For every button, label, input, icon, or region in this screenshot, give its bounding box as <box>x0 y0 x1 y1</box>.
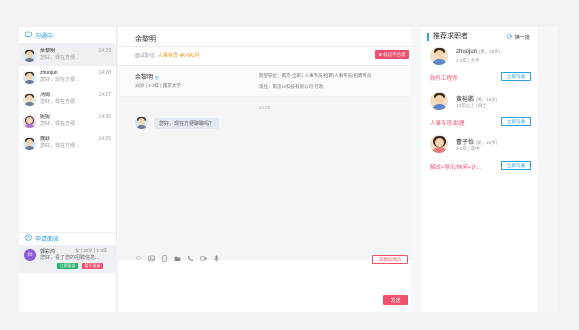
chat-preview: 您好，现在方便... <box>40 77 80 83</box>
candidate-name: 曹子怡 (女，26岁) <box>456 137 497 146</box>
candidate-name-text: zhuojun <box>456 49 478 55</box>
message-bubble: 您好，现在方便聊聊吗？ <box>154 118 220 129</box>
conversation-sidebar: 沟通中 余黎明 您好，现在方便... 14:29 zhuojun 您好，现在方便… <box>19 27 117 312</box>
candidate-name: 黄裕鹏 (男，45岁) <box>456 94 497 103</box>
avatar <box>135 116 148 129</box>
chat-preview: 您好，现在方便... <box>40 55 80 61</box>
candidate-meta: (男，45岁) <box>475 97 498 102</box>
candidate-info: 10年以上 | 硕士 <box>456 103 488 108</box>
building-icon: m <box>24 249 36 261</box>
chat-now-button[interactable]: 立即沟通 <box>501 161 531 170</box>
candidate-info: 23岁 | 1-3年 | 南京大学 <box>135 83 181 88</box>
mark-unsuitable-label: 标记不合适 <box>383 51 406 57</box>
chat-preview: 您好，现在方便... <box>40 143 80 149</box>
candidate-job: 人事专员/助理 <box>430 121 465 127</box>
avatar <box>430 47 448 65</box>
chat-title: 余黎明 <box>135 36 156 43</box>
refresh-button[interactable]: ⟳ 换一批 <box>507 33 530 41</box>
interview-request-header: 申请面谈 <box>19 232 117 244</box>
candidate-info: 3-5年 | 高中 <box>456 146 480 151</box>
candidate-info: 1-3年 | 大专 <box>456 58 480 63</box>
candidate-job: 解说+导乐/休闲+计... <box>430 165 482 171</box>
chat-item[interactable]: 魏跃 您好，现在方便... 14:25 <box>19 132 116 154</box>
avatar <box>23 114 36 128</box>
chat-item[interactable]: 汤姆 您好，现在方便... 14:27 <box>19 88 116 110</box>
candidate-profile: 余黎明 ◎ 23岁 | 1-3年 | 南京大学 期望职位：南京-全职 | 人事专… <box>118 65 411 97</box>
accept-interview-button[interactable]: 立即面谈 <box>57 263 78 269</box>
clock-icon <box>25 234 32 243</box>
phone-icon[interactable] <box>161 255 168 262</box>
conversation-header-label: 沟通中 <box>35 33 54 40</box>
interview-position: 面试职位: 人事专员 4K-6K/月 <box>135 52 199 59</box>
avatar <box>430 135 448 153</box>
reject-interview-button[interactable]: 暂不面谈 <box>82 263 103 269</box>
emoji-icon[interactable]: ☺ <box>135 255 142 262</box>
divider <box>118 46 411 47</box>
candidate-meta: (女，26岁) <box>475 140 498 145</box>
candidate-current-job: 现任：南京xx科技有限公司 行政 <box>259 84 324 89</box>
call-icon[interactable] <box>187 255 194 262</box>
chat-now-button[interactable]: 立即沟通 <box>501 117 531 126</box>
request-message: 您好，看了您的招聘信息... <box>40 255 100 261</box>
candidate-name-text: 余黎明 <box>135 75 154 81</box>
chat-now-button[interactable]: 立即沟通 <box>501 72 531 81</box>
request-resume-button[interactable]: 向我投简历 <box>372 255 408 264</box>
input-toolbar: ☺ <box>135 255 220 262</box>
chat-item[interactable]: zhuojun 您好，现在方便... 14:28 <box>19 66 116 88</box>
interview-request-label: 申请面谈 <box>35 237 60 243</box>
message-area: 14:29 您好，现在方便聊聊吗？ <box>118 97 411 260</box>
avatar <box>23 48 36 62</box>
avatar <box>430 92 448 110</box>
refresh-icon: ⟳ <box>507 34 513 41</box>
recommended-title: 推荐求职者 <box>427 33 468 41</box>
message-time: 14:29 <box>258 105 271 110</box>
chat-item[interactable]: 余黎明 您好，现在方便... 14:29 <box>19 44 116 66</box>
position-label: 面试职位: <box>135 53 157 59</box>
conversation-header: 沟通中 <box>19 27 116 44</box>
folder-icon[interactable] <box>174 255 181 262</box>
refresh-label: 换一批 <box>514 34 530 41</box>
position-salary: 4K-6K/月 <box>179 53 200 59</box>
mark-unsuitable-button[interactable]: ⊗ 标记不合适 <box>375 50 409 59</box>
interview-request-item[interactable]: m 郭彩鸿 女 | 30岁 | 1-3年 您好，看了您的招聘信息... 立即面谈… <box>19 245 117 273</box>
candidate-name: 余黎明 ◎ <box>135 72 159 81</box>
chat-time: 14:27 <box>98 92 111 98</box>
chat-time: 14:28 <box>98 70 111 76</box>
chat-time: 14:26 <box>98 114 111 120</box>
chat-preview: 您好，现在方便... <box>40 121 80 127</box>
mic-icon[interactable] <box>213 255 220 262</box>
candidate-meta: (男，25岁) <box>478 49 501 54</box>
close-circle-icon: ⊗ <box>378 51 383 57</box>
chat-time: 14:25 <box>98 136 111 142</box>
video-icon[interactable] <box>200 255 207 262</box>
chat-time: 14:29 <box>98 48 111 54</box>
candidate-expectation: 期望职位：南京-全职 | 人事专员/招聘/人事专员/招聘专员 <box>259 73 372 78</box>
position-title: 人事专员 <box>157 53 178 59</box>
send-button[interactable]: 发送 <box>383 295 408 305</box>
candidate-name: zhuojun (男，25岁) <box>456 49 500 55</box>
avatar <box>23 92 36 106</box>
chat-item[interactable]: 妮妮 您好，现在方便... 14:26 <box>19 110 116 132</box>
chat-preview: 您好，现在方便... <box>40 99 80 105</box>
chat-panel: 余黎明 面试职位: 人事专员 4K-6K/月 ⊗ 标记不合适 余黎明 ◎ 23岁… <box>118 27 411 312</box>
verified-icon: ◎ <box>154 75 160 81</box>
image-icon[interactable] <box>148 255 155 262</box>
avatar <box>23 136 36 150</box>
candidate-job: 软件工程师 <box>430 76 458 82</box>
chat-bubble-icon <box>25 31 32 40</box>
avatar <box>23 70 36 84</box>
recommended-candidates-panel: 推荐求职者 ⟳ 换一批 zhuojun (男，25岁) 1-3年 | 大专 软件… <box>421 27 537 312</box>
